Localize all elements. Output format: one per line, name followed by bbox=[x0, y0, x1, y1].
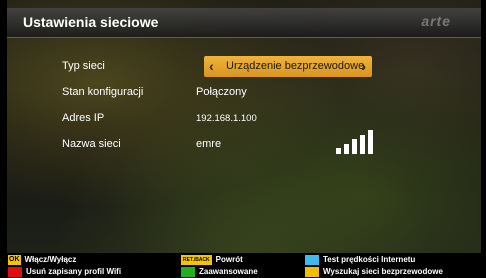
key-yellow-label: Wyszukaj sieci bezprzewodowe bbox=[323, 267, 443, 276]
key-ok[interactable]: OK Włącz/Wyłącz bbox=[8, 254, 76, 265]
key-yellow[interactable]: Wyszukaj sieci bezprzewodowe bbox=[305, 266, 443, 277]
network-name-value: emre bbox=[196, 138, 222, 150]
back-key-icon: RET./BACK bbox=[181, 254, 212, 265]
screen-border-right bbox=[481, 0, 486, 278]
tv-screen: Ustawienia sieciowe arte Typ sieci ‹ Urz… bbox=[0, 0, 486, 278]
network-settings-panel: Typ sieci ‹ Urządzenie bezprzewodowe › S… bbox=[46, 48, 396, 170]
chevron-left-icon[interactable]: ‹ bbox=[209, 58, 214, 74]
row-network-name[interactable]: Nazwa sieci emre bbox=[46, 130, 396, 156]
ip-address-label: Adres IP bbox=[62, 112, 105, 124]
screen-border-left bbox=[0, 0, 7, 278]
key-back-label: Powrót bbox=[215, 255, 243, 264]
signal-bar-5 bbox=[368, 130, 373, 154]
signal-bar-1 bbox=[336, 148, 341, 154]
signal-bar-2 bbox=[344, 144, 349, 154]
network-type-selector[interactable]: ‹ Urządzenie bezprzewodowe › bbox=[204, 56, 372, 77]
page-title: Ustawienia sieciowe bbox=[23, 14, 159, 30]
key-red[interactable]: Usuń zapisany profil Wifi bbox=[8, 266, 121, 277]
red-key-icon bbox=[8, 266, 22, 277]
row-network-type[interactable]: Typ sieci ‹ Urządzenie bezprzewodowe › bbox=[46, 56, 396, 78]
green-key-icon bbox=[181, 266, 195, 277]
ip-address-value: 192.168.1.100 bbox=[196, 113, 257, 124]
ok-key-icon: OK bbox=[8, 254, 21, 265]
wifi-signal-icon bbox=[336, 130, 376, 154]
signal-bar-3 bbox=[352, 139, 357, 154]
key-blue-label: Test prędkości Internetu bbox=[323, 255, 416, 264]
key-green[interactable]: Zaawansowane bbox=[181, 266, 258, 277]
network-type-value: Urządzenie bezprzewodowe bbox=[226, 60, 365, 72]
blue-key-icon bbox=[305, 254, 319, 265]
key-blue[interactable]: Test prędkości Internetu bbox=[305, 254, 415, 265]
menu-header: Ustawienia sieciowe arte bbox=[7, 8, 481, 38]
chevron-right-icon[interactable]: › bbox=[361, 58, 366, 74]
key-back[interactable]: RET./BACK Powrót bbox=[181, 254, 243, 265]
key-red-label: Usuń zapisany profil Wifi bbox=[26, 267, 122, 276]
row-ip-address[interactable]: Adres IP 192.168.1.100 bbox=[46, 108, 396, 130]
key-green-label: Zaawansowane bbox=[199, 267, 258, 276]
network-type-label: Typ sieci bbox=[62, 60, 105, 72]
row-config-state[interactable]: Stan konfiguracji Połączony bbox=[46, 82, 396, 104]
channel-logo: arte bbox=[421, 13, 451, 29]
yellow-key-icon bbox=[305, 266, 319, 277]
config-state-value: Połączony bbox=[196, 86, 247, 98]
signal-bar-4 bbox=[360, 135, 365, 154]
key-ok-label: Włącz/Wyłącz bbox=[24, 255, 77, 264]
config-state-label: Stan konfiguracji bbox=[62, 86, 144, 98]
network-name-label: Nazwa sieci bbox=[62, 138, 121, 150]
key-legend: OK Włącz/Wyłącz RET./BACK Powrót Test pr… bbox=[0, 253, 486, 278]
